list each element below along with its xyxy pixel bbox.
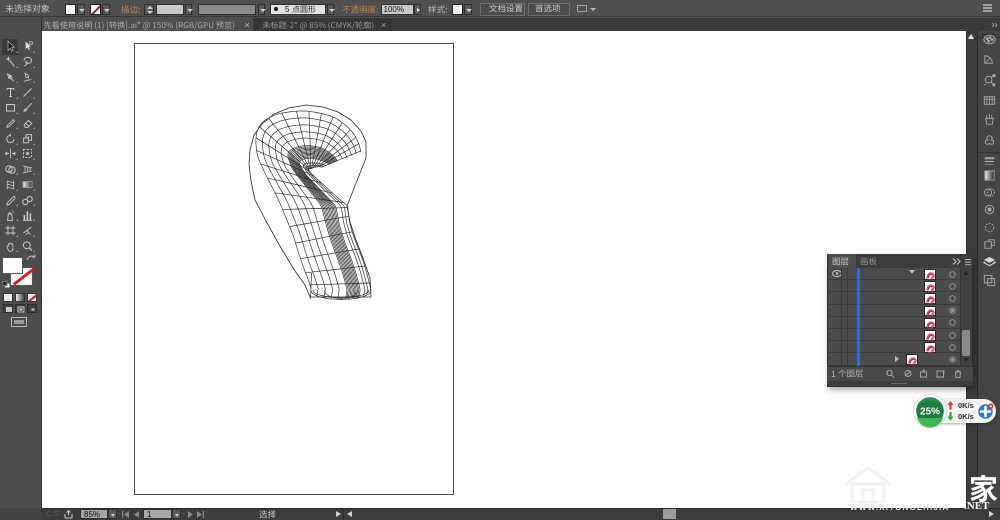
svg-text:25%: 25% bbox=[920, 407, 940, 418]
